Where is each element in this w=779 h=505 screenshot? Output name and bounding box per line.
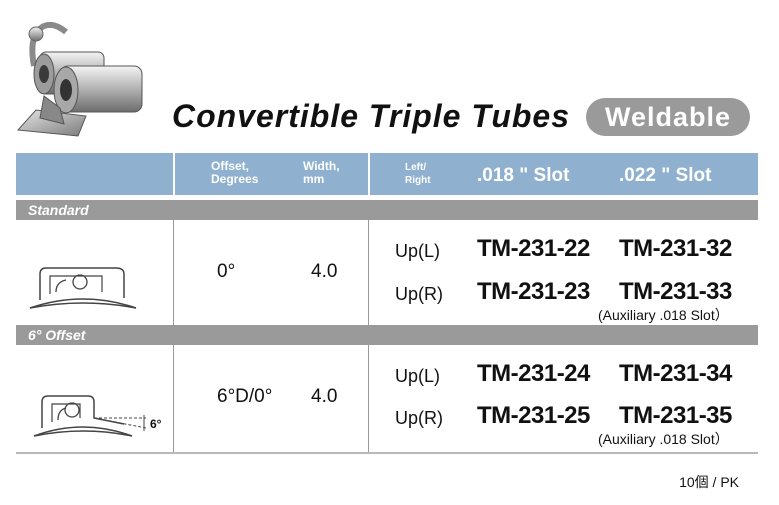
offset-angle-label: 6° [150,417,162,431]
part-number: TM-231-35 [619,402,732,429]
header-divider [173,153,175,195]
standard-side-right: Up(R) [395,284,443,304]
weldable-badge: Weldable [586,98,750,136]
section-bar-offset: 6° Offset [16,325,758,345]
part-number: TM-231-25 [477,402,590,429]
offset-header-line2: Degrees [211,172,259,186]
offset-width: 4.0 [311,386,338,407]
offset-header: Offset, Degrees [211,160,258,186]
page-title: Convertible Triple Tubes [172,98,571,134]
offset-offset: 6°D/0° [217,386,273,407]
offset-side-left: Up(L) [395,366,441,386]
section-label: 6° Offset [28,327,86,343]
column-divider [173,220,174,325]
part-number: TM-231-33 [619,278,732,305]
column-divider [368,345,369,453]
standard-width: 4.0 [311,261,338,282]
auxiliary-note: (Auxiliary .018 Slot） [598,431,729,447]
auxiliary-note: (Auxiliary .018 Slot） [598,307,729,323]
standard-side-left: Up(L) [395,241,441,261]
product-photo [16,21,143,137]
slot-022-header: .022 " Slot [619,165,712,186]
side-header-line2: Right [405,175,431,186]
side-header: Left/ Right [405,161,431,187]
package-quantity: 10個 / PK [679,474,739,490]
width-header: Width, mm [303,160,340,186]
column-divider [368,220,369,325]
table-header: Offset, Degrees Width, mm Left/ Right .0… [16,153,758,195]
part-number: TM-231-22 [477,235,590,262]
table-bottom-rule [16,452,758,454]
column-divider [173,345,174,453]
side-header-line1: Left/ [405,162,427,173]
part-number: TM-231-34 [619,360,732,387]
header-divider [368,153,370,195]
part-number: TM-231-23 [477,278,590,305]
standard-offset: 0° [217,261,236,282]
section-bar-standard: Standard [16,200,758,220]
part-number: TM-231-32 [619,235,732,262]
offset-side-right: Up(R) [395,408,443,428]
section-label: Standard [28,202,89,218]
offset-tube-diagram: 6° [33,395,162,437]
part-number: TM-231-24 [477,360,590,387]
slot-018-header: .018 " Slot [477,165,570,186]
width-header-line2: mm [303,172,325,186]
standard-tube-diagram [29,267,137,309]
